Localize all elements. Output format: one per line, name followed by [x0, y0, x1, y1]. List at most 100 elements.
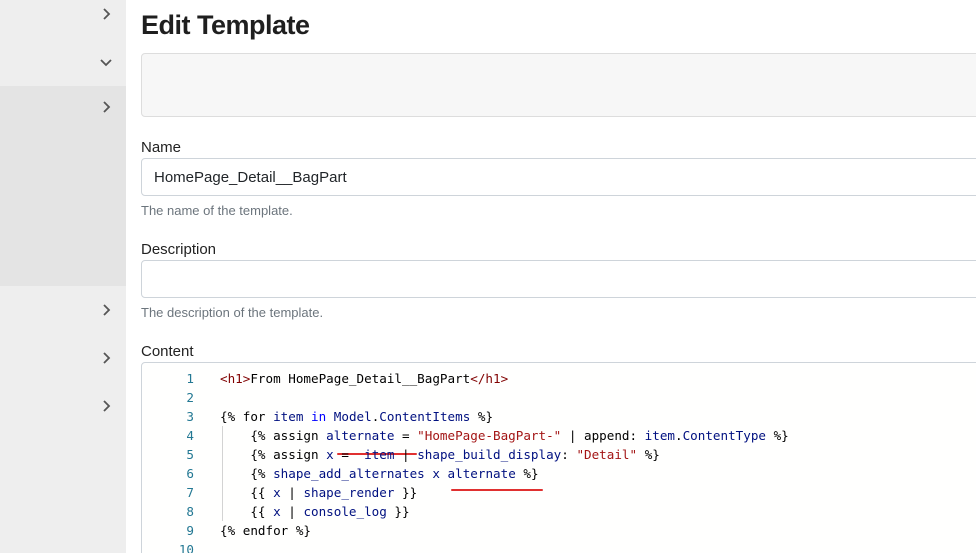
code-text: {{ x | shape_render }} [220, 483, 417, 502]
sidebar-item-4[interactable] [0, 292, 126, 332]
code-token: %} [637, 447, 660, 462]
chevron-right-icon [99, 351, 113, 365]
code-token: . [675, 428, 683, 443]
code-token: <h1> [220, 371, 251, 386]
code-line: 10 [142, 540, 972, 553]
code-token: assign [265, 428, 327, 443]
code-line: 7 {{ x | shape_render }} [142, 483, 972, 502]
code-token: console_log [303, 504, 387, 519]
line-number: 4 [186, 428, 194, 443]
sidebar-item-2[interactable] [0, 44, 126, 84]
sidebar-item-1[interactable] [0, 0, 126, 36]
chevron-right-icon [99, 303, 113, 317]
code-line: 5 {% assign x = item | shape_build_displ… [142, 445, 972, 464]
description-input[interactable] [141, 260, 976, 298]
code-line: 2 [142, 388, 972, 407]
code-token: {% [220, 523, 236, 538]
code-text: {% assign x = item | shape_build_display… [220, 445, 660, 464]
name-label: Name [141, 139, 182, 156]
code-token: }} [394, 485, 418, 500]
chevron-right-icon [99, 100, 113, 114]
code-token: {{ [220, 504, 266, 519]
line-number: 6 [186, 466, 194, 481]
line-number: 1 [186, 371, 194, 386]
code-token: shape_add_alternates [273, 466, 425, 481]
chevron-right-icon [99, 399, 113, 413]
code-token: for [235, 409, 274, 424]
main-content: Edit Template Name HomePage_Detail__BagP… [141, 0, 976, 553]
code-token: endfor [235, 523, 296, 538]
code-token: %} [295, 523, 312, 538]
admin-sidebar [0, 0, 126, 553]
line-number: 5 [186, 447, 194, 462]
chevron-down-icon [99, 55, 113, 69]
line-number: 7 [186, 485, 194, 500]
description-label: Description [141, 241, 217, 258]
code-token: x [432, 466, 440, 481]
code-text: <h1>From HomePage_Detail__BagPart</h1> [220, 369, 508, 388]
code-token: {{ [220, 485, 266, 500]
code-token: "Detail" [576, 447, 638, 462]
message-area [141, 53, 976, 117]
page-title: Edit Template [141, 10, 310, 40]
name-input[interactable]: HomePage_Detail__BagPart [141, 158, 976, 196]
code-token: | [561, 428, 584, 443]
line-number: 2 [186, 390, 194, 405]
code-token: </h1> [470, 371, 509, 386]
description-hint: The description of the template. [141, 305, 324, 320]
line-number: 3 [186, 409, 194, 424]
code-token: assign [265, 447, 327, 462]
code-token: x [273, 485, 281, 500]
code-text: {% endfor %} [220, 521, 311, 540]
sidebar-item-6[interactable] [0, 388, 126, 428]
code-token: %} [515, 466, 539, 481]
content-code-editor[interactable]: 1 <h1>From HomePage_Detail__BagPart</h1> 2… [141, 362, 976, 553]
code-token: alternate [447, 466, 516, 481]
code-token: {% [220, 428, 266, 443]
code-token: = [394, 428, 418, 443]
code-text: {% for item in Model.ContentItems %} [220, 407, 493, 426]
code-token: ContentType [682, 428, 766, 443]
code-token: x [273, 504, 281, 519]
code-text: {{ x | console_log }} [220, 502, 410, 521]
code-token: {% [220, 447, 266, 462]
code-text: {% shape_add_alternates x alternate %} [220, 464, 539, 483]
code-token: {% [220, 466, 266, 481]
line-number: 8 [186, 504, 194, 519]
code-token: : [561, 447, 577, 462]
code-token: item [644, 428, 675, 443]
code-token: | [394, 447, 418, 462]
code-token: "HomePage-BagPart-" [417, 428, 562, 443]
code-token: shape_render [303, 485, 395, 500]
code-token: Model [333, 409, 372, 424]
code-token: | [280, 504, 304, 519]
chevron-right-icon [99, 7, 113, 21]
code-token: | [280, 485, 304, 500]
code-text: {% assign alternate = "HomePage-BagPart-… [220, 426, 789, 445]
name-hint: The name of the template. [141, 203, 293, 218]
sidebar-item-5[interactable] [0, 340, 126, 380]
code-token: x [326, 447, 334, 462]
code-token: {% [220, 409, 236, 424]
code-token: From HomePage_Detail__BagPart [250, 371, 471, 386]
code-token: alternate [326, 428, 395, 443]
line-number: 9 [186, 523, 194, 538]
code-token: = [333, 447, 365, 462]
code-token: shape_build_display [417, 447, 562, 462]
code-token: }} [386, 504, 410, 519]
content-label: Content [141, 343, 194, 360]
code-token: in [303, 409, 334, 424]
code-token: %} [766, 428, 789, 443]
code-token: append: [583, 428, 645, 443]
code-token: item [273, 409, 304, 424]
line-number: 10 [178, 542, 194, 553]
code-token: %} [470, 409, 494, 424]
code-line: 1 <h1>From HomePage_Detail__BagPart</h1> [142, 369, 972, 388]
code-line: 6 {% shape_add_alternates x alternate %} [142, 464, 972, 483]
code-token: ContentItems [379, 409, 471, 424]
code-line: 8 {{ x | console_log }} [142, 502, 972, 521]
sidebar-item-3[interactable] [0, 89, 126, 129]
